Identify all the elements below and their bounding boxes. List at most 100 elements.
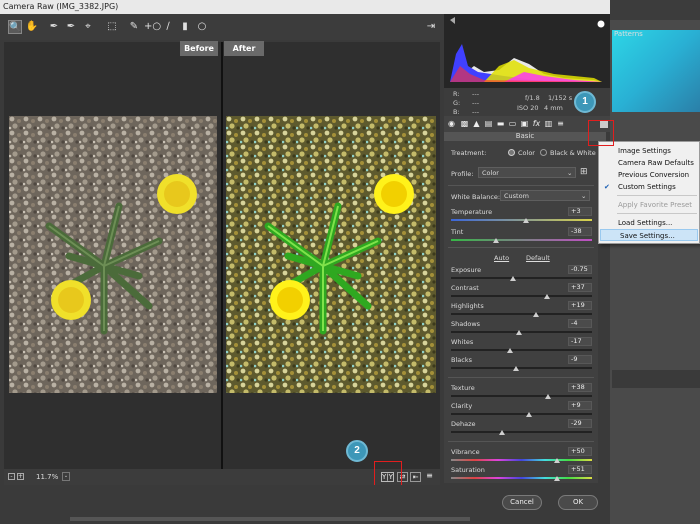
tint-slider-track[interactable]: [451, 239, 592, 241]
dehaze-label: Dehaze: [451, 420, 476, 428]
highlights-label: Highlights: [451, 302, 484, 310]
saturation-slider-thumb[interactable]: [553, 476, 560, 481]
tint-slider-thumb[interactable]: [493, 238, 500, 243]
red-eye-icon[interactable]: +○: [144, 20, 161, 34]
zoom-level[interactable]: 11.7%: [36, 473, 58, 481]
clarity-value-field[interactable]: +9: [568, 401, 592, 410]
blacks-value-field[interactable]: -9: [568, 355, 592, 364]
radial-filter-icon[interactable]: ○: [195, 20, 209, 34]
profile-browser-icon[interactable]: ⊞: [580, 167, 588, 177]
photoshop-panel-header: [610, 0, 700, 20]
effects-tab-icon[interactable]: fx: [532, 119, 541, 129]
whites-slider-thumb[interactable]: [507, 348, 514, 353]
vibrance-slider-track[interactable]: [451, 459, 592, 461]
cancel-button[interactable]: Cancel: [502, 495, 542, 510]
tint-value-field[interactable]: -38: [568, 227, 592, 236]
clarity-slider-thumb[interactable]: [525, 412, 532, 417]
horizontal-scrollbar[interactable]: [70, 517, 470, 521]
ok-button[interactable]: OK: [558, 495, 598, 510]
hsl-tab-icon[interactable]: ▤: [484, 119, 493, 129]
menu-item-image-settings[interactable]: Image Settings: [599, 145, 699, 157]
color-sampler-icon[interactable]: ✒: [64, 20, 78, 34]
saturation-value-field[interactable]: +51: [568, 465, 592, 474]
temperature-slider-thumb[interactable]: [522, 218, 529, 223]
exposure-slider-track[interactable]: [451, 277, 592, 279]
transform-tab-icon[interactable]: ▣: [520, 119, 529, 129]
window-title-bar: Camera Raw (IMG_3382.JPG): [0, 0, 610, 14]
dehaze-slider-thumb[interactable]: [498, 430, 505, 435]
presets-tab-icon[interactable]: ≡: [556, 119, 565, 129]
exposure-value-field[interactable]: -0.75: [568, 265, 592, 274]
contrast-slider-thumb[interactable]: [543, 294, 550, 299]
temperature-value-field[interactable]: +3: [568, 207, 592, 216]
whites-value-field[interactable]: -17: [568, 337, 592, 346]
callout-1-highlight: [588, 120, 614, 146]
profile-select[interactable]: Color ⌄: [478, 167, 576, 178]
menu-item-label: Previous Conversion: [618, 171, 690, 179]
highlight-clipping-icon[interactable]: [597, 20, 605, 28]
detail-tab-icon[interactable]: ▲: [472, 119, 481, 129]
highlights-value-field[interactable]: +19: [568, 301, 592, 310]
g-label: G:: [453, 99, 461, 107]
copy-settings-icon[interactable]: ⇤: [410, 472, 421, 482]
treatment-bw-radio[interactable]: [540, 149, 547, 156]
camera-calibration-tab-icon[interactable]: ▥: [544, 119, 553, 129]
zoom-out-icon[interactable]: -: [8, 473, 15, 480]
open-preferences-icon[interactable]: ⇥: [424, 20, 438, 34]
blacks-slider-thumb[interactable]: [512, 366, 519, 371]
zoom-tool-icon[interactable]: 🔍: [8, 20, 22, 34]
contrast-value-field[interactable]: +37: [568, 283, 592, 292]
temperature-slider-track[interactable]: [451, 219, 592, 221]
saturation-slider-track[interactable]: [451, 477, 592, 479]
white-balance-tool-icon[interactable]: ✒: [47, 20, 61, 34]
texture-slider-thumb[interactable]: [545, 394, 552, 399]
auto-button[interactable]: Auto: [494, 254, 509, 262]
lens-corrections-tab-icon[interactable]: ▭: [508, 119, 517, 129]
dehaze-slider-track[interactable]: [451, 431, 592, 433]
menu-item-previous-conversion[interactable]: Previous Conversion: [599, 169, 699, 181]
exposure-slider-thumb[interactable]: [510, 276, 517, 281]
highlights-slider-track[interactable]: [451, 313, 592, 315]
texture-label: Texture: [451, 384, 475, 392]
dehaze-value-field[interactable]: -29: [568, 419, 592, 428]
profile-value: Color: [482, 169, 499, 177]
vibrance-slider-thumb[interactable]: [553, 458, 560, 463]
menu-item-save-settings[interactable]: Save Settings...: [600, 229, 698, 241]
targeted-adjustment-icon[interactable]: ⌖: [81, 20, 95, 34]
graduated-filter-icon[interactable]: ▮: [178, 20, 192, 34]
profile-label: Profile:: [451, 170, 474, 178]
blacks-slider-track[interactable]: [451, 367, 592, 369]
shadows-slider-thumb[interactable]: [515, 330, 522, 335]
menu-item-load-settings[interactable]: Load Settings...: [599, 217, 699, 229]
iso: ISO 20: [517, 104, 539, 112]
hand-tool-icon[interactable]: ✋: [25, 20, 39, 34]
default-button[interactable]: Default: [526, 254, 550, 262]
crop-icon[interactable]: ⬚: [105, 20, 119, 34]
contrast-slider-track[interactable]: [451, 295, 592, 297]
white-balance-select[interactable]: Custom ⌄: [500, 190, 590, 201]
vibrance-value-field[interactable]: +50: [568, 447, 592, 456]
shadows-value-field[interactable]: -4: [568, 319, 592, 328]
chevron-down-icon: ⌄: [581, 192, 587, 200]
basic-tab-icon[interactable]: ◉: [447, 119, 456, 129]
menu-item-custom-settings[interactable]: ✔ Custom Settings: [599, 181, 699, 193]
texture-value-field[interactable]: +38: [568, 383, 592, 392]
toggle-settings-icon[interactable]: ≡: [424, 472, 435, 482]
split-toning-tab-icon[interactable]: ▬: [496, 119, 505, 129]
histogram-graph: [450, 17, 605, 82]
whites-slider-track[interactable]: [451, 349, 592, 351]
g-value: ---: [472, 99, 480, 107]
tone-curve-tab-icon[interactable]: ▩: [460, 119, 469, 129]
texture-slider-track[interactable]: [451, 395, 592, 397]
highlights-slider-thumb[interactable]: [532, 312, 539, 317]
spot-removal-icon[interactable]: ✎: [127, 20, 141, 34]
treatment-color-radio[interactable]: [508, 149, 515, 156]
shadow-clipping-icon[interactable]: [450, 17, 455, 24]
clarity-slider-track[interactable]: [451, 413, 592, 415]
after-tab[interactable]: After: [224, 41, 264, 56]
before-tab[interactable]: Before: [180, 41, 218, 56]
menu-item-camera-raw-defaults[interactable]: Camera Raw Defaults: [599, 157, 699, 169]
adjustment-brush-icon[interactable]: ∕: [161, 20, 175, 34]
zoom-in-icon[interactable]: +: [17, 473, 24, 480]
zoom-dropdown-icon[interactable]: ⌄: [62, 472, 70, 481]
